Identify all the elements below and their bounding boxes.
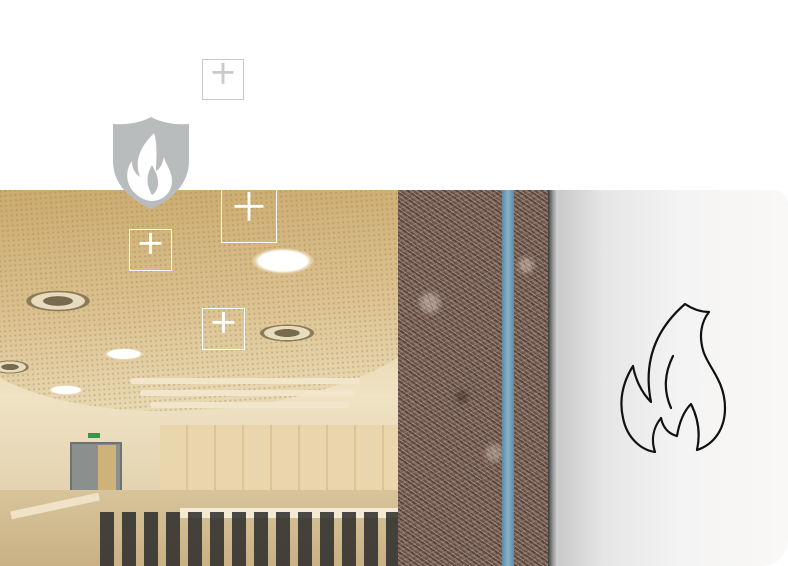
plus-icon — [139, 232, 162, 254]
ceiling-lamp — [252, 248, 314, 274]
ceiling-tier — [130, 378, 360, 384]
board-edge — [548, 190, 558, 566]
plus-icon — [212, 62, 234, 84]
plus-icon — [234, 191, 264, 221]
ceiling-tier — [140, 390, 355, 396]
hotspot-top-button[interactable] — [202, 59, 244, 100]
ceiling-lamp — [104, 348, 144, 360]
flame-outline-icon — [620, 302, 727, 454]
ceiling-tier — [150, 402, 350, 408]
ceiling-lamp — [48, 385, 84, 395]
shield-flame-icon — [113, 117, 189, 209]
hotspot-ceiling-button[interactable] — [221, 188, 277, 243]
plus-icon — [212, 311, 235, 333]
seat-rows — [100, 512, 398, 566]
vapor-membrane — [502, 190, 514, 566]
wool-insulation-layer — [398, 190, 558, 566]
exit-sign — [88, 433, 100, 438]
hotspot-left-button[interactable] — [129, 229, 172, 271]
illustration-stage — [0, 0, 788, 566]
ceiling-vent — [258, 324, 316, 342]
auditorium-photo — [0, 190, 398, 566]
hotspot-middle-button[interactable] — [202, 308, 245, 350]
ceiling-vent — [24, 290, 92, 312]
